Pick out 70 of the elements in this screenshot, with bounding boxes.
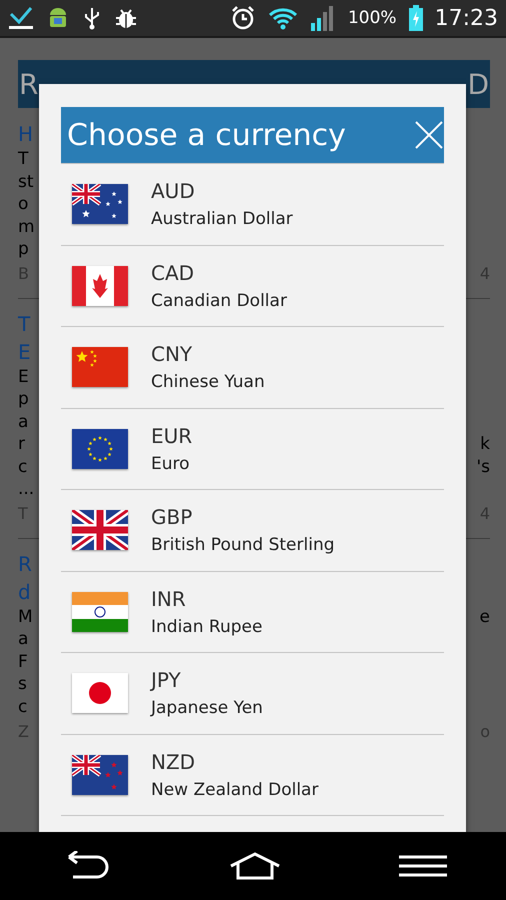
article-text: ...	[18, 479, 34, 500]
article-text: o	[18, 194, 28, 214]
currency-item[interactable]: INR Indian Rupee	[61, 570, 444, 652]
currency-name: New Zealand Dollar	[151, 780, 318, 800]
currency-code: INR	[151, 586, 187, 611]
currency-item[interactable]: JPY Japanese Yen	[61, 652, 444, 734]
currency-name: Chinese Yuan	[151, 372, 265, 392]
home-icon[interactable]	[228, 852, 282, 880]
currency-item[interactable]: GBP British Pound Sterling	[61, 489, 444, 570]
article-title: d	[18, 580, 31, 604]
article-text: 's	[476, 456, 490, 477]
flag-icon	[72, 754, 128, 795]
currency-name: Japanese Yen	[151, 698, 263, 718]
article-text: p	[18, 239, 29, 260]
article-text: r	[18, 434, 25, 454]
flag-icon	[72, 266, 128, 306]
article-text: c	[18, 696, 28, 717]
currency-name: British Pound Sterling	[151, 535, 335, 556]
flag-icon	[72, 673, 128, 714]
usb-icon	[82, 6, 102, 30]
article-text: s	[18, 674, 27, 694]
currency-code: AUD	[151, 179, 196, 204]
menu-icon[interactable]	[399, 855, 448, 877]
checkmark-icon	[8, 6, 34, 30]
article-text: e	[480, 606, 490, 627]
article-text: T	[18, 149, 28, 170]
currency-name: Indian Rupee	[151, 616, 262, 637]
article-title: T	[18, 312, 30, 336]
article-text: M	[18, 606, 33, 627]
flag-icon	[72, 510, 128, 550]
flag-icon	[72, 592, 128, 632]
article-text: a	[18, 412, 28, 432]
header-text: R	[19, 68, 38, 100]
currency-name: Australian Dollar	[151, 209, 293, 230]
flag-icon	[72, 428, 128, 469]
article-text: a	[18, 629, 28, 650]
article-text: E	[18, 366, 29, 387]
article-text: st	[18, 172, 34, 192]
article-text: c	[18, 456, 28, 477]
dialog-title: Choose a currency	[67, 118, 346, 152]
article-title: E	[18, 340, 31, 364]
currency-code: JPY	[151, 668, 182, 692]
article-title: R	[18, 552, 32, 576]
currency-item[interactable]: NZD New Zealand Dollar	[61, 734, 444, 815]
article-text: k	[480, 434, 490, 454]
currency-code: CAD	[151, 260, 196, 285]
currency-item[interactable]: CAD Canadian Dollar	[61, 244, 444, 326]
signal-icon	[310, 5, 336, 31]
clock-time: 17:23	[434, 6, 498, 30]
article-text: p	[18, 389, 29, 410]
currency-name: Euro	[151, 454, 191, 474]
currency-name: Canadian Dollar	[151, 290, 287, 311]
currency-code: GBP	[151, 505, 194, 530]
currency-item[interactable]: EUR Euro	[61, 408, 444, 489]
currency-code: CNY	[151, 342, 194, 366]
currency-item[interactable]: AUD Australian Dollar	[61, 163, 444, 244]
currency-code: EUR	[151, 424, 192, 448]
article-text: m	[18, 216, 35, 237]
flag-icon	[72, 184, 128, 224]
article-title: H	[18, 122, 34, 146]
flag-icon	[72, 347, 128, 388]
battery-charging-icon	[408, 5, 423, 31]
article-text: F	[18, 652, 28, 672]
close-button[interactable]	[414, 120, 444, 150]
currency-item[interactable]: CNY Chinese Yuan	[61, 326, 444, 408]
battery-percent: 100%	[348, 8, 397, 28]
header-text: D	[467, 68, 489, 100]
wifi-icon	[268, 6, 298, 30]
currency-code: NZD	[151, 750, 196, 774]
alarm-icon	[230, 5, 256, 31]
